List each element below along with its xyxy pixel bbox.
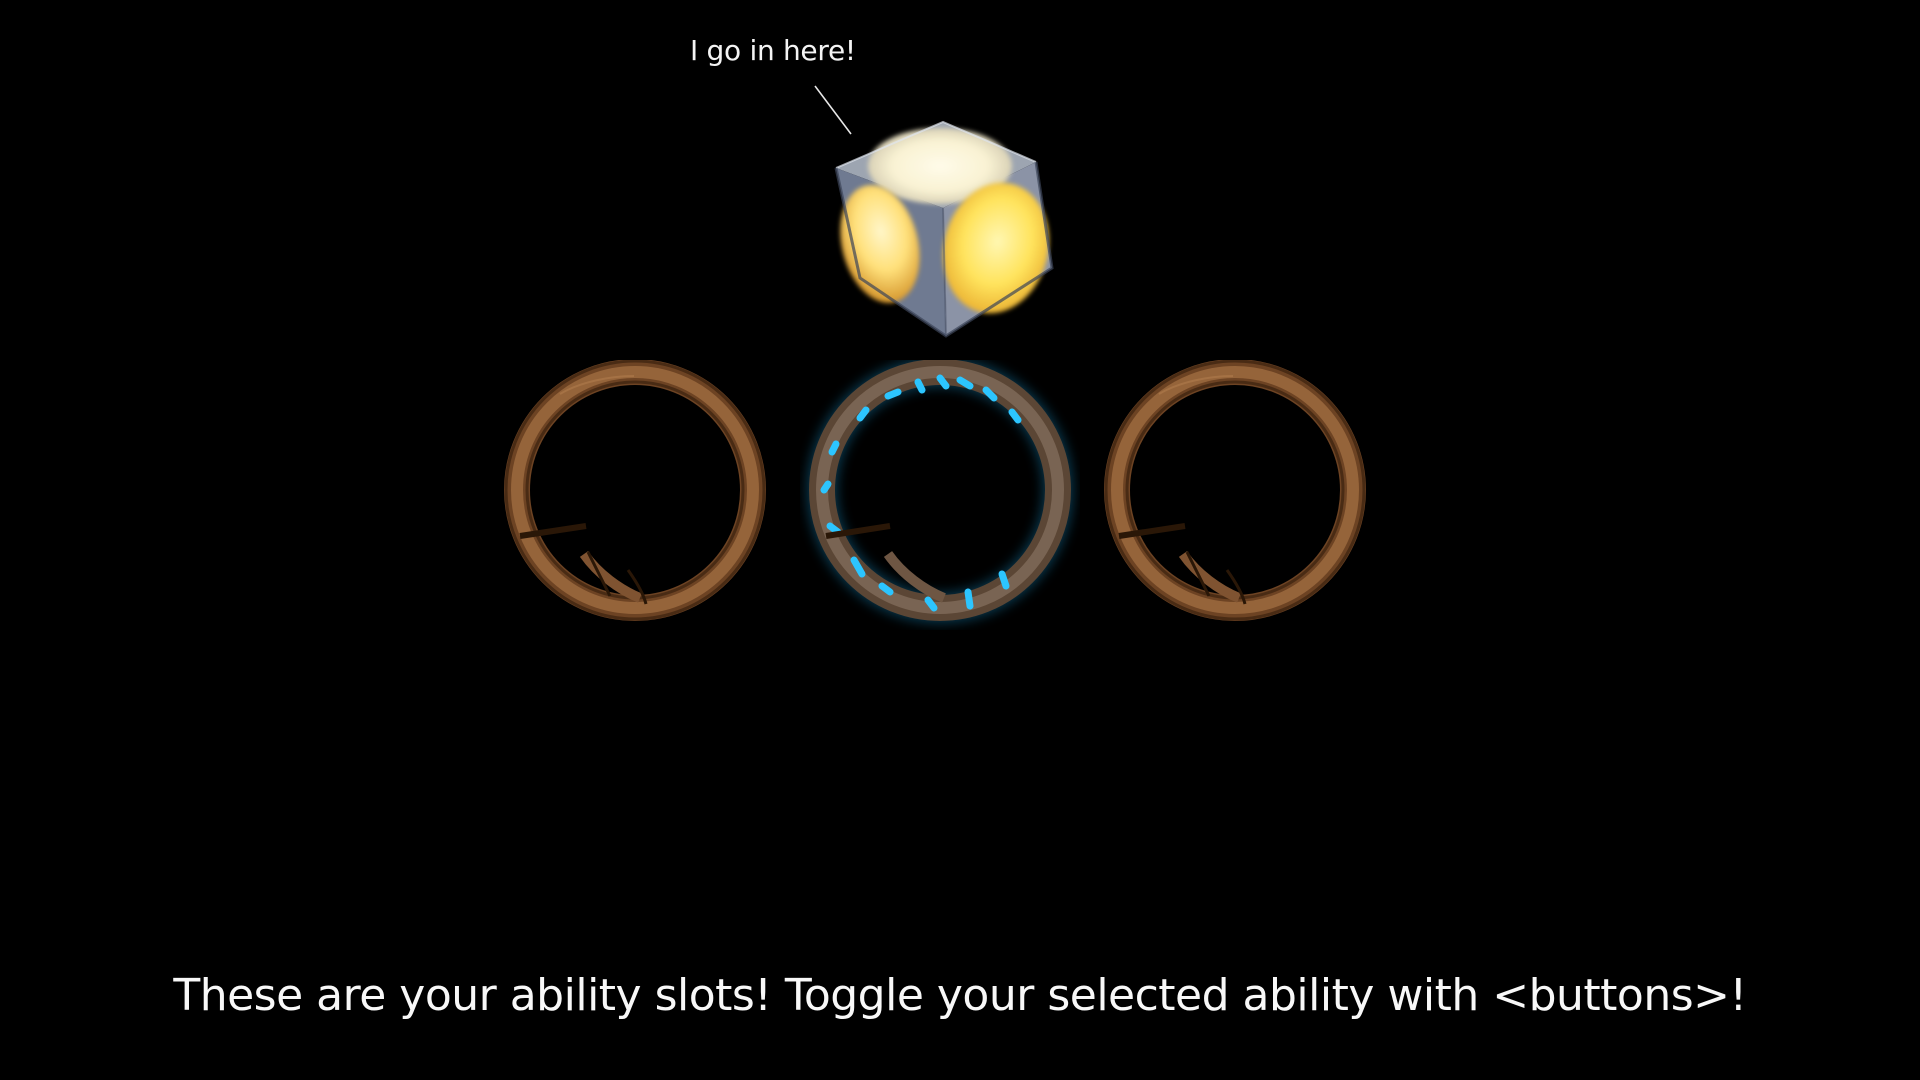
ability-slot-2-selected[interactable]: [800, 360, 1080, 630]
ability-slots: [500, 360, 1400, 630]
tutorial-caption: These are your ability slots! Toggle you…: [173, 970, 1747, 1021]
glowing-cube-icon: [834, 120, 1054, 338]
ability-slot-1[interactable]: [500, 360, 780, 630]
tutorial-screen: I go in here! These are your ability slo…: [0, 0, 1920, 1080]
callout-label: I go in here!: [690, 34, 856, 67]
ability-slot-3[interactable]: [1095, 360, 1375, 630]
